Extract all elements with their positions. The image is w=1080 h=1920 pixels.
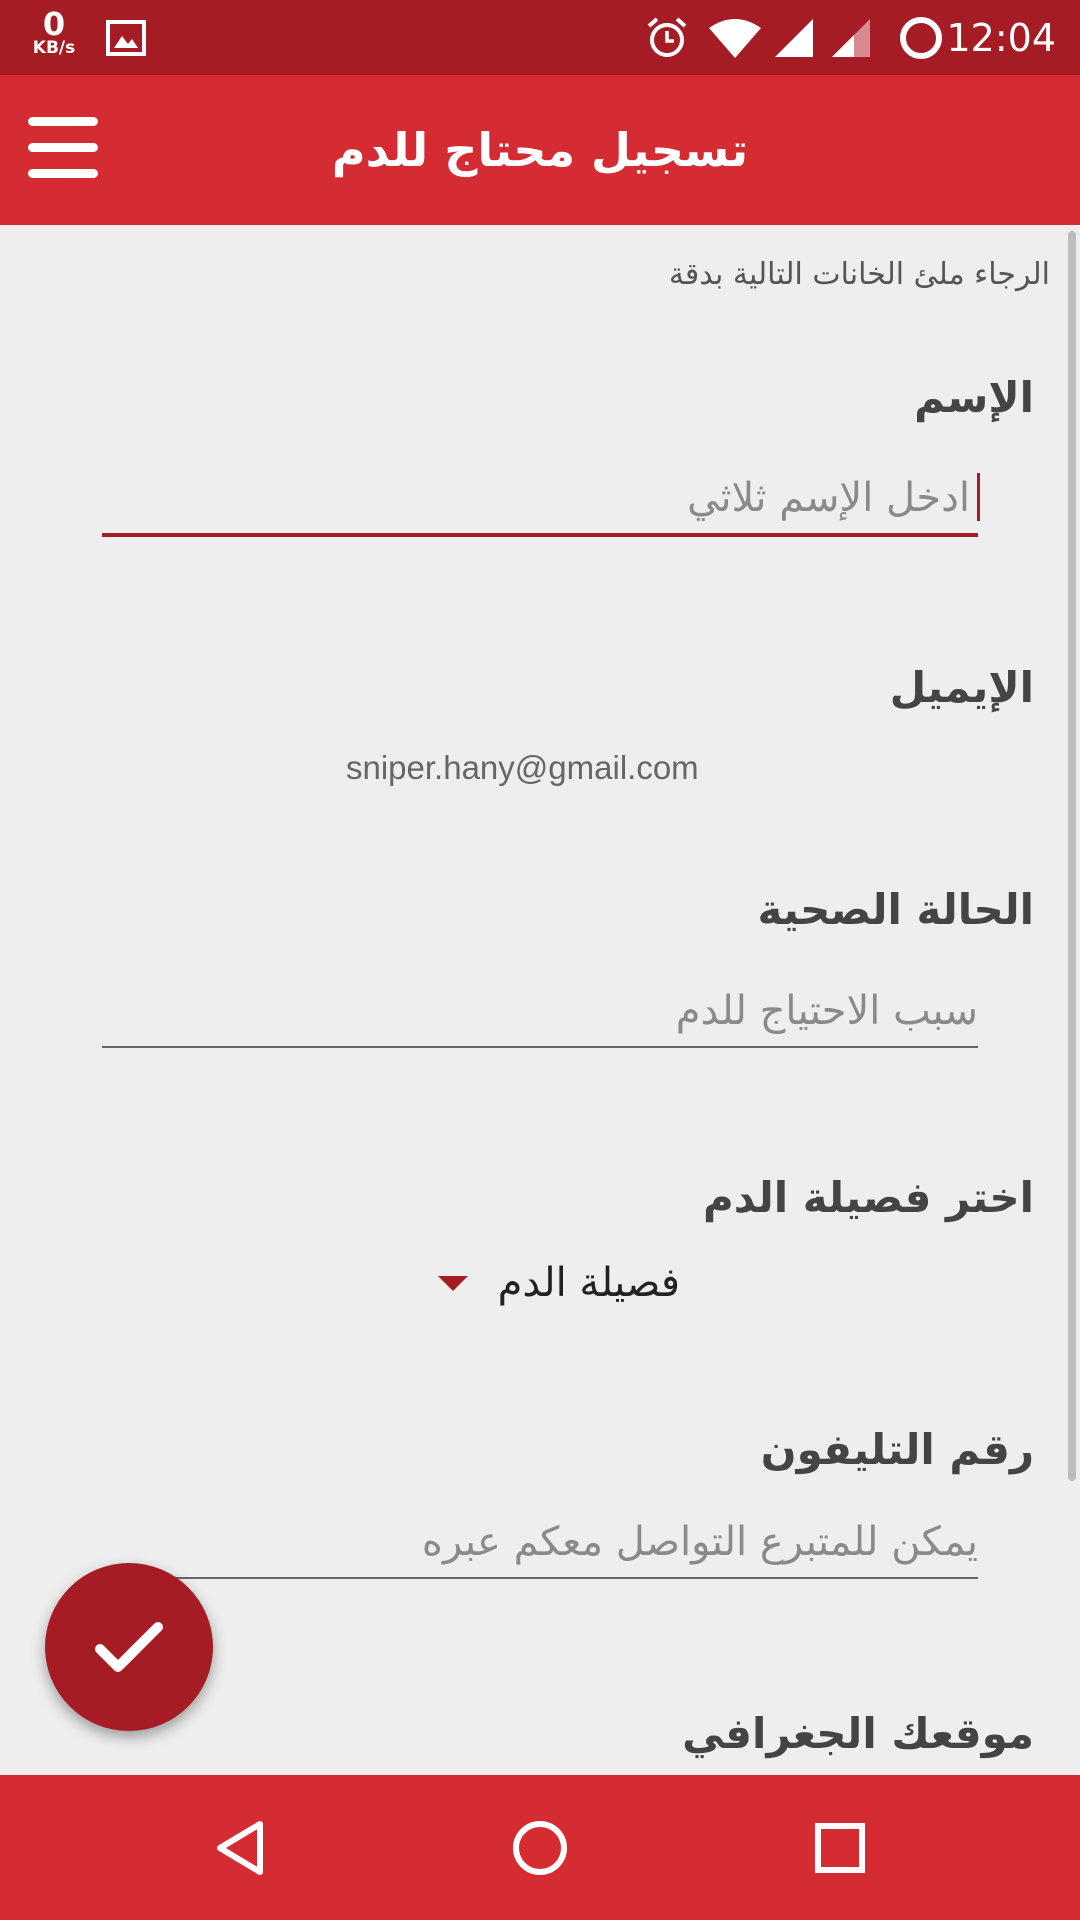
checkmark-icon	[95, 1622, 163, 1672]
phone-placeholder: يمكن للمتبرع التواصل معكم عبره	[421, 1519, 978, 1565]
name-label: الإسم	[914, 373, 1034, 422]
phone-input[interactable]: يمكن للمتبرع التواصل معكم عبره	[102, 1507, 978, 1579]
signal-icon	[773, 0, 815, 75]
email-value: sniper.hany@gmail.com	[346, 749, 699, 786]
form-intro-text: الرجاء ملئ الخانات التالية بدقة	[668, 257, 1050, 292]
submit-button[interactable]	[45, 1563, 213, 1731]
blood-type-select[interactable]: فصيلة الدم	[420, 1253, 680, 1313]
text-caret	[977, 473, 980, 521]
hamburger-menu-icon[interactable]	[28, 117, 98, 183]
phone-label: رقم التليفون	[760, 1425, 1034, 1474]
signal-icon	[830, 0, 872, 75]
name-placeholder: ادخل الإسم ثلاثي	[687, 475, 970, 521]
net-speed-unit: KB/s	[32, 38, 76, 58]
net-speed-value: 0	[42, 5, 66, 43]
email-label: الإيميل	[889, 663, 1034, 712]
status-bar: 0 KB/s 12:04	[0, 0, 1080, 75]
status-time: 12:04	[946, 15, 1056, 60]
net-speed-indicator: 0 KB/s	[24, 8, 84, 57]
dropdown-arrow-icon	[437, 1275, 468, 1291]
back-icon[interactable]	[180, 1775, 300, 1920]
health-placeholder: سبب الاحتياج للدم	[675, 988, 978, 1034]
recents-icon[interactable]	[780, 1775, 900, 1920]
blood-type-label: اختر فصيلة الدم	[702, 1173, 1034, 1222]
home-icon[interactable]	[480, 1775, 600, 1920]
app-bar: تسجيل محتاج للدم	[0, 75, 1080, 225]
blood-type-selected: فصيلة الدم	[497, 1260, 680, 1306]
battery-icon	[898, 0, 944, 75]
health-input[interactable]: سبب الاحتياج للدم	[102, 976, 978, 1048]
wifi-icon	[707, 0, 763, 75]
location-label: موقعك الجغرافي	[682, 1709, 1034, 1758]
alarm-icon	[645, 0, 689, 75]
name-input[interactable]: ادخل الإسم ثلاثي	[102, 463, 980, 537]
scrollbar[interactable]	[1068, 231, 1076, 1481]
form-content[interactable]: الرجاء ملئ الخانات التالية بدقة الإسم اد…	[0, 225, 1080, 1775]
nav-bar	[0, 1775, 1080, 1920]
health-label: الحالة الصحية	[757, 885, 1034, 934]
image-icon	[106, 0, 146, 75]
page-title: تسجيل محتاج للدم	[331, 123, 749, 177]
